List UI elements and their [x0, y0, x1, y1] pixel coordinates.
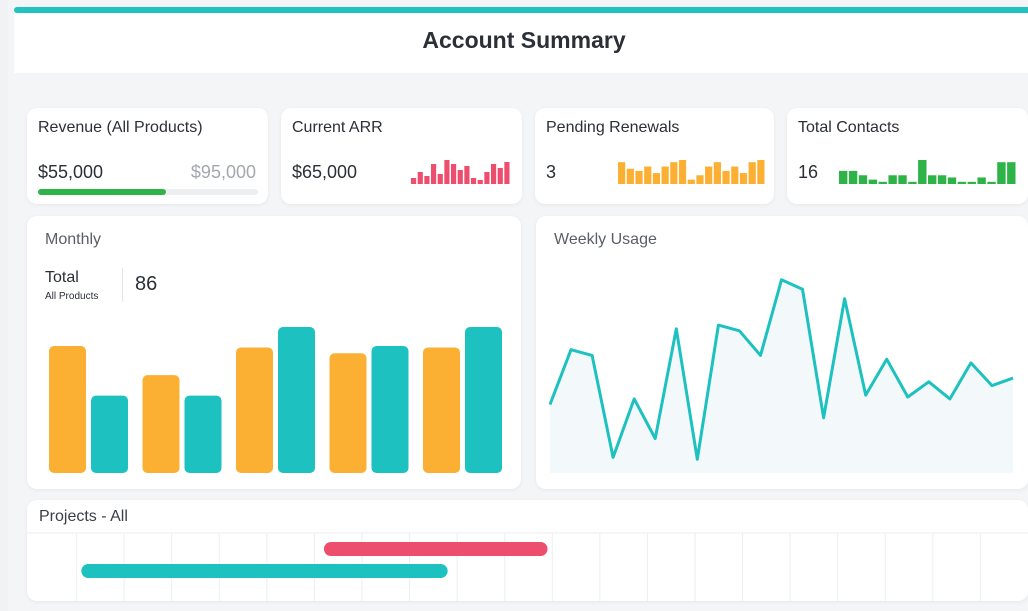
- sparkline-bar: [731, 166, 739, 184]
- projects-panel: Projects - All: [27, 500, 1028, 601]
- monthly-bar: [91, 395, 128, 473]
- sparkline-bar: [457, 170, 463, 184]
- sparkline-bar: [739, 173, 748, 184]
- sparkline-bar: [868, 179, 878, 184]
- monthly-bar: [423, 347, 460, 473]
- sparkline-bar: [878, 181, 887, 184]
- sparkline-bar: [644, 166, 652, 184]
- monthly-bar: [236, 347, 273, 473]
- sparkline-bar: [839, 170, 848, 184]
- sparkline-bar: [424, 176, 430, 184]
- kpi-value: $65,000: [292, 162, 358, 182]
- sparkline-bar: [618, 162, 626, 184]
- kpi-card-revenue[interactable]: Revenue (All Products) $55,000 $95,000: [27, 108, 268, 204]
- sparkline-bar: [504, 162, 510, 184]
- sparkline-bar: [713, 162, 721, 184]
- sparkline-bar: [670, 162, 678, 184]
- kpi-value: $55,000: [38, 162, 104, 182]
- sparkline-bar: [635, 170, 643, 184]
- sparkline-bar: [411, 178, 417, 184]
- kpi-title: Pending Renewals: [546, 119, 680, 136]
- sparkline-bar: [464, 166, 470, 184]
- header: Account Summary: [14, 13, 1028, 73]
- monthly-bar: [278, 327, 315, 473]
- monthly-panel: Monthly Total All Products 86: [27, 216, 521, 489]
- monthly-bar: [329, 353, 367, 473]
- sparkline-bar: [451, 164, 457, 184]
- project-bar: [81, 564, 448, 578]
- arr-sparkline: [411, 160, 510, 184]
- monthly-bar: [184, 395, 222, 473]
- sparkline-bar: [1007, 162, 1016, 184]
- revenue-progress-fill: [38, 189, 166, 195]
- sparkline-bar: [417, 172, 423, 184]
- kpi-target: $95,000: [190, 162, 256, 182]
- kpi-title: Current ARR: [292, 119, 383, 136]
- sparkline-bar: [661, 166, 669, 184]
- weekly-usage-panel: Weekly Usage: [536, 216, 1028, 489]
- sparkline-bar: [437, 174, 443, 184]
- sparkline-bar: [987, 181, 996, 184]
- monthly-bar: [142, 375, 180, 473]
- kpi-value: 16: [798, 162, 819, 182]
- sparkline-bar: [626, 168, 634, 184]
- sparkline-bar: [678, 160, 687, 184]
- sparkline-bar: [947, 177, 957, 184]
- page-title: Account Summary: [422, 27, 626, 53]
- projects-gantt-chart: [27, 532, 1028, 601]
- sparkline-bar: [848, 170, 858, 184]
- sparkline-bar: [928, 175, 937, 184]
- monthly-bar-chart: [49, 327, 502, 473]
- sparkline-bar: [997, 162, 1006, 184]
- kpi-value: 3: [546, 162, 557, 182]
- sparkline-bar: [748, 162, 756, 184]
- monthly-bar: [49, 345, 86, 473]
- sparkline-bar: [898, 175, 907, 184]
- sparkline-bar: [858, 175, 868, 184]
- kpi-title: Total Contacts: [798, 119, 900, 136]
- kpi-card-contacts[interactable]: Total Contacts 16: [787, 108, 1028, 204]
- sparkline-bar: [957, 181, 967, 184]
- sparkline-bar: [757, 160, 765, 184]
- kpi-card-arr[interactable]: Current ARR $65,000: [281, 108, 522, 204]
- sparkline-bar: [967, 181, 976, 184]
- sparkline-bar: [687, 179, 695, 184]
- sparkline-bar: [497, 168, 503, 184]
- sparkline-bar: [484, 172, 490, 184]
- sparkline-bar: [477, 180, 483, 184]
- renewals-sparkline: [618, 160, 765, 184]
- sparkline-bar: [696, 175, 704, 184]
- sparkline-bar: [918, 160, 927, 184]
- monthly-bar: [371, 345, 409, 473]
- sparkline-bar: [491, 164, 497, 184]
- sparkline-bar: [705, 166, 713, 184]
- sparkline-bar: [977, 177, 986, 184]
- revenue-progress-bar: [38, 189, 258, 195]
- sparkline-bar: [431, 164, 437, 184]
- project-bar: [323, 542, 548, 556]
- weekly-line-chart: [548, 278, 1014, 473]
- contacts-sparkline: [839, 160, 1016, 184]
- monthly-bar: [465, 327, 502, 473]
- sparkline-bar: [444, 160, 450, 184]
- sparkline-bar: [937, 175, 947, 184]
- sparkline-bar: [908, 181, 917, 184]
- sparkline-bar: [471, 178, 477, 184]
- kpi-card-renewals[interactable]: Pending Renewals 3: [535, 108, 774, 204]
- sparkline-bar: [888, 175, 897, 184]
- sparkline-bar: [722, 170, 730, 184]
- kpi-title: Revenue (All Products): [38, 119, 203, 136]
- sparkline-bar: [652, 173, 661, 184]
